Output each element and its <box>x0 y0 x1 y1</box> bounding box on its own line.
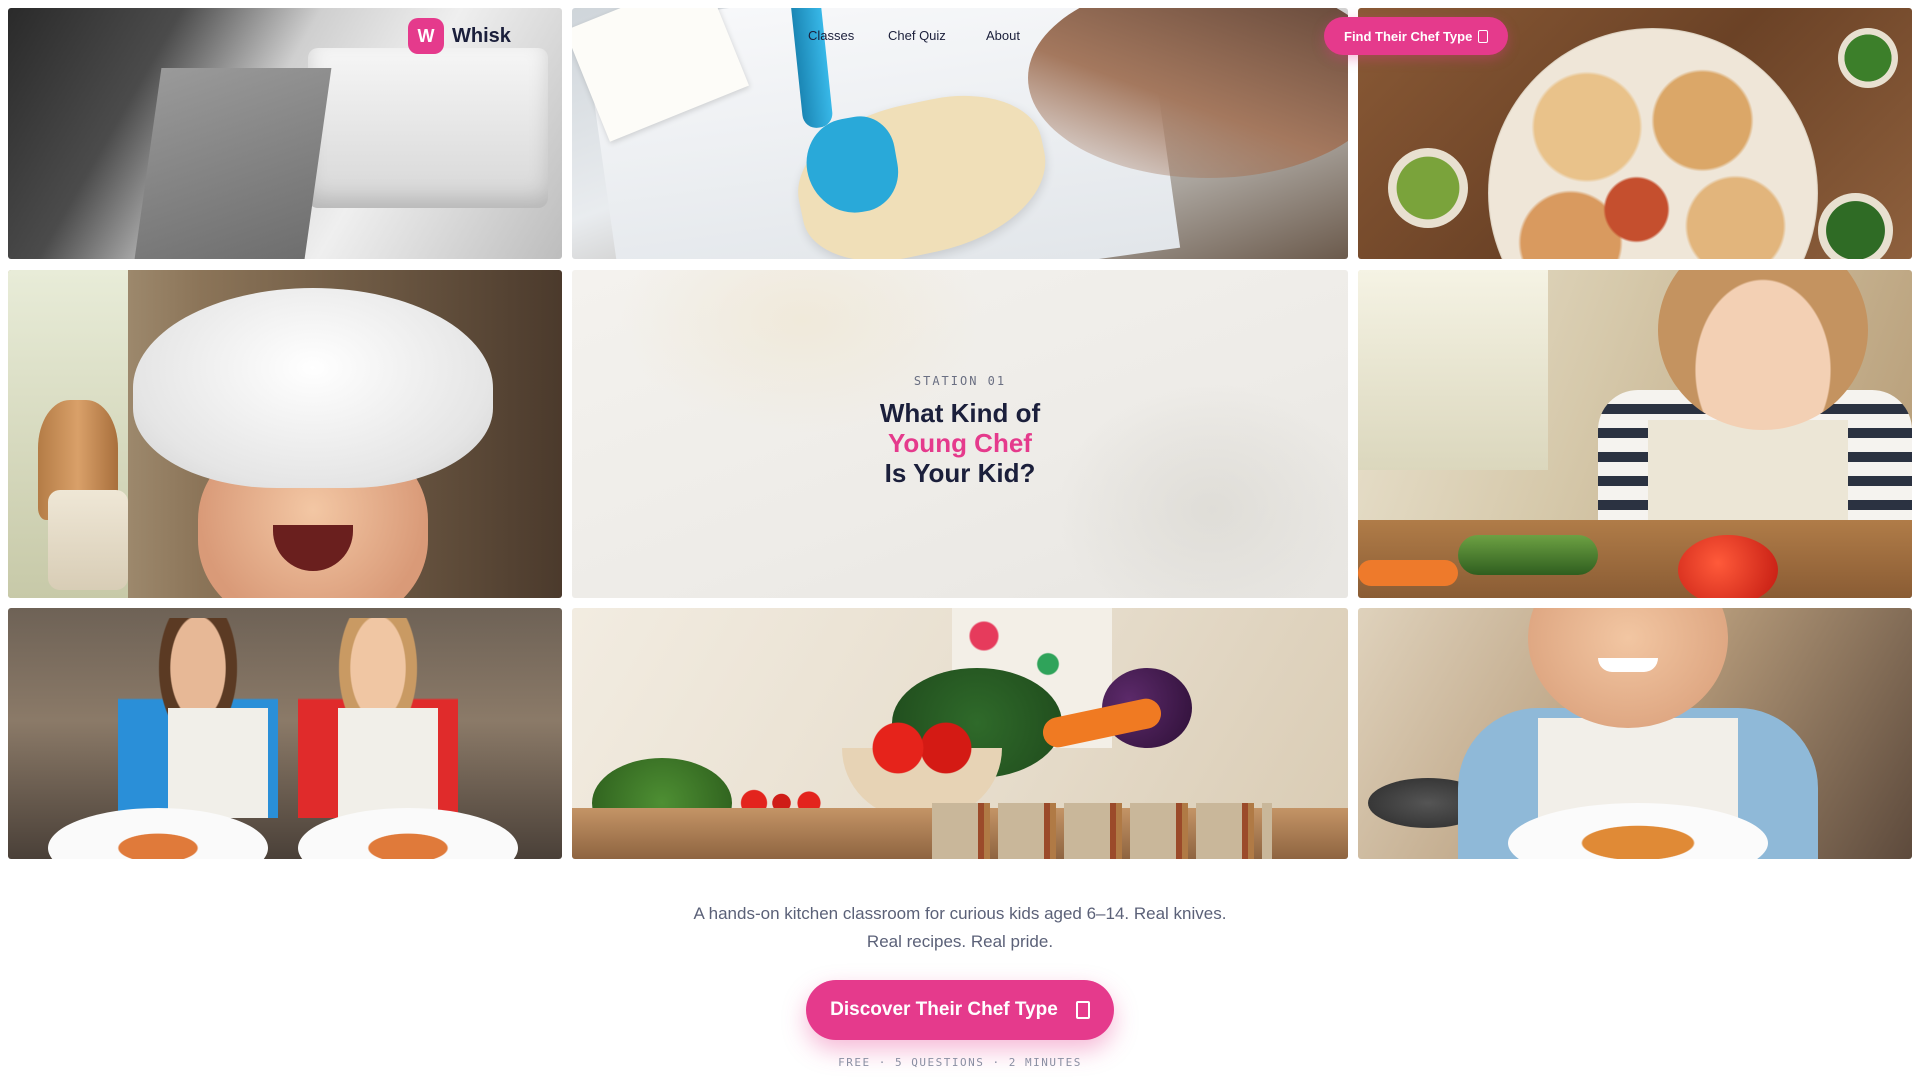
hero-title: What Kind of Young Chef Is Your Kid? <box>572 398 1348 488</box>
find-chef-type-button[interactable]: Find Their Chef Type <box>1324 17 1509 55</box>
arrow-icon <box>1075 1001 1090 1019</box>
discover-chef-type-label: Discover Their Chef Type <box>830 999 1058 1020</box>
photo-kids-plating-salmon <box>8 608 562 859</box>
hero-heading-block: STATION 01 What Kind of Young Chef Is Yo… <box>572 374 1348 488</box>
logo-badge[interactable]: W <box>408 18 444 54</box>
photo-smiling-boy-plate <box>1358 608 1912 859</box>
photo-vegetables-table <box>572 608 1348 859</box>
photo-girl-cutting-pepper <box>1358 270 1912 598</box>
hero-panel: STATION 01 What Kind of Young Chef Is Yo… <box>572 270 1348 598</box>
arrow-icon <box>1478 29 1489 43</box>
hero-title-highlight: Young Chef <box>888 428 1032 458</box>
find-chef-type-label: Find Their Chef Type <box>1344 28 1473 44</box>
hero-title-line3: Is Your Kid? <box>884 458 1036 488</box>
hero-eyebrow: STATION 01 <box>913 374 1007 388</box>
hero-tagline: A hands-on kitchen classroom for curious… <box>693 904 1227 951</box>
quiz-meta: FREE · 5 QUESTIONS · 2 MINUTES <box>838 1056 1082 1069</box>
brand-name[interactable]: Whisk <box>452 25 511 48</box>
hero-title-line1: What Kind of <box>879 398 1041 428</box>
photo-piping-icing-cookie <box>572 8 1348 259</box>
photo-laughing-chef-girl <box>8 270 562 598</box>
nav-link-classes[interactable]: Classes <box>808 28 854 43</box>
discover-chef-type-button[interactable]: Discover Their Chef Type <box>806 980 1114 1040</box>
nav-link-chef-quiz[interactable]: Chef Quiz <box>888 28 946 43</box>
nav-link-about[interactable]: About <box>986 28 1020 43</box>
